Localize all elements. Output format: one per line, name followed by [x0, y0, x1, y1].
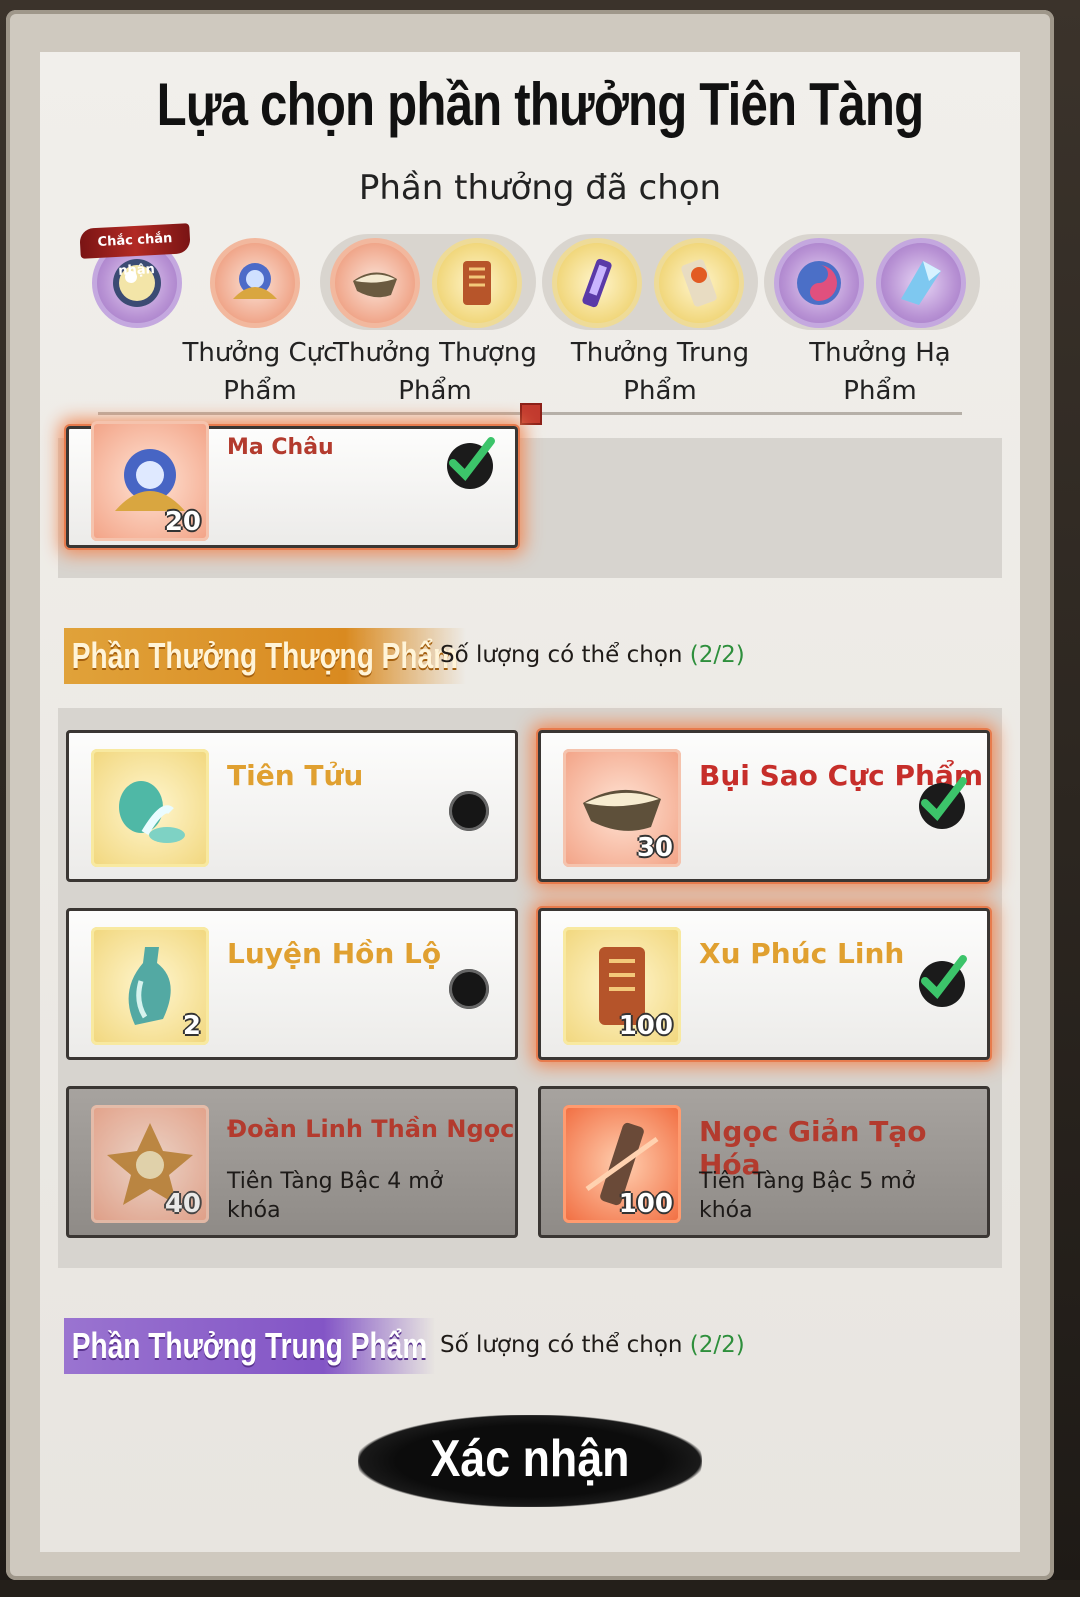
reward-card-luyen-hon-lo[interactable]: 2 Luyện Hồn Lộ [66, 908, 518, 1060]
wine-jar-icon [91, 749, 209, 867]
thuong-pham-panel: Tiên Tửu 30 Bụi Sao Cực Phẩm 2 Luyện Hồn… [58, 708, 1002, 1268]
item-name: Đoàn Linh Thần Ngọc [227, 1115, 515, 1143]
tier-label-cuc-pham: Thưởng Cực Phẩm [182, 338, 338, 406]
unlock-requirement: Tiên Tàng Bậc 4 mở khóa [227, 1169, 444, 1223]
item-quantity: 2 [182, 1011, 201, 1041]
reward-card-bui-sao[interactable]: 30 Bụi Sao Cực Phẩm [538, 730, 990, 882]
check-icon[interactable] [919, 955, 967, 1007]
selected-rewards-heading: Phần thưởng đã chọn [358, 168, 722, 208]
tier-label-trung-pham: Thưởng Trung Phẩm [570, 338, 750, 406]
item-name: Xu Phúc Linh [699, 937, 905, 970]
reward-card-tien-tuu[interactable]: Tiên Tửu [66, 730, 518, 882]
magic-orb-icon: 20 [91, 421, 209, 541]
unselected-radio[interactable] [449, 969, 489, 1009]
item-quantity: 100 [618, 1011, 673, 1041]
unselected-radio[interactable] [449, 791, 489, 831]
selected-rewards-strip: Chắc chắn nhận Thưởng Cực Phẩm Thưởng Th… [0, 223, 1080, 426]
jade-star-icon: 40 [91, 1105, 209, 1223]
fire-scroll-icon[interactable] [654, 238, 744, 328]
star-dust-icon[interactable] [330, 238, 420, 328]
magic-orb-icon[interactable] [210, 238, 300, 328]
check-icon[interactable] [919, 777, 967, 829]
selection-count: Số lượng có thể chọn (2/2) [440, 1332, 745, 1358]
coin-scroll-icon: 100 [563, 927, 681, 1045]
blade-scroll-icon[interactable] [552, 238, 642, 328]
confirm-label: Xác nhận [430, 1430, 630, 1488]
reward-card-ma-chau[interactable]: 20 Ma Châu [66, 421, 518, 548]
crystal-icon[interactable] [876, 238, 966, 328]
tier-label-thuong-pham: Thưởng Thượng Phẩm [333, 338, 537, 406]
item-quantity: 30 [636, 833, 673, 863]
coin-scroll-icon[interactable] [432, 238, 522, 328]
item-name: Ma Châu [227, 435, 334, 460]
item-quantity: 40 [164, 1189, 201, 1219]
item-quantity: 100 [618, 1189, 673, 1219]
spirit-swirl-icon[interactable] [774, 238, 864, 328]
cuc-pham-panel: 20 Ma Châu [58, 421, 1002, 578]
item-name: Luyện Hồn Lộ [227, 937, 442, 970]
dialog-title: Lựa chọn phần thưởng Tiên Tàng [156, 71, 925, 138]
star-dust-icon: 30 [563, 749, 681, 867]
seal-icon [520, 403, 542, 425]
reward-card-doan-linh-than-ngoc: 40 Đoàn Linh Thần Ngọc Tiên Tàng Bậc 4 m… [66, 1086, 518, 1238]
tier-label-ha-pham: Thưởng Hạ Phẩm [809, 338, 951, 406]
vase-icon: 2 [91, 927, 209, 1045]
bottom-bar [0, 1580, 1080, 1597]
creation-scroll-icon: 100 [563, 1105, 681, 1223]
check-icon[interactable] [447, 437, 495, 489]
reward-card-xu-phuc-linh[interactable]: 100 Xu Phúc Linh [538, 908, 990, 1060]
section-title: Phần Thưởng Thượng Phẩm [64, 628, 466, 684]
selection-count: Số lượng có thể chọn (2/2) [440, 642, 745, 668]
confirm-button[interactable]: Xác nhận [358, 1415, 702, 1507]
unlock-requirement: Tiên Tàng Bậc 5 mở khóa [699, 1169, 916, 1223]
item-name: Tiên Tửu [227, 759, 364, 792]
reward-card-ngoc-gian-tao-hoa: 100 Ngọc Giản Tạo Hóa Tiên Tàng Bậc 5 mở… [538, 1086, 990, 1238]
section-title: Phần Thưởng Trung Phẩm [64, 1318, 436, 1374]
item-quantity: 20 [164, 507, 201, 537]
guaranteed-badge: Chắc chắn nhận [79, 223, 191, 279]
